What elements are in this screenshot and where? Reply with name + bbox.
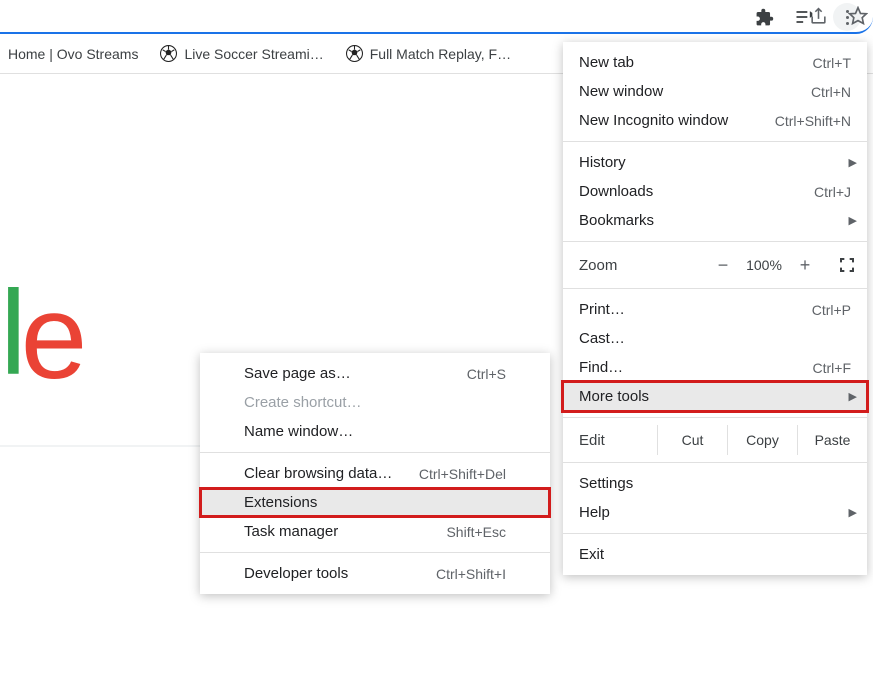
bookmark-label: Home | Ovo Streams: [8, 46, 138, 62]
shortcut: Ctrl+N: [811, 84, 851, 100]
soccer-icon: [160, 45, 177, 62]
edit-copy-button[interactable]: Copy: [727, 425, 797, 455]
menu-print[interactable]: Print… Ctrl+P: [563, 295, 867, 324]
bookmark-item[interactable]: Live Soccer Streami…: [160, 45, 323, 62]
menu-label: Find…: [579, 359, 623, 376]
shortcut: Ctrl+S: [467, 366, 506, 382]
submenu-developer-tools[interactable]: Developer tools Ctrl+Shift+I: [200, 559, 550, 588]
menu-label: Downloads: [579, 183, 653, 200]
submenu-task-manager[interactable]: Task manager Shift+Esc: [200, 517, 550, 546]
menu-label: New window: [579, 83, 663, 100]
menu-edit-row: Edit Cut Copy Paste: [563, 424, 867, 456]
submenu-save-page[interactable]: Save page as… Ctrl+S: [200, 359, 550, 388]
shortcut: Ctrl+P: [812, 302, 851, 318]
separator: [563, 141, 867, 142]
shortcut: Ctrl+T: [813, 55, 852, 71]
menu-label: Cast…: [579, 330, 625, 347]
more-tools-submenu: Save page as… Ctrl+S Create shortcut… Na…: [200, 353, 550, 594]
logo-letter-l: l: [0, 266, 21, 400]
logo-letter-e: e: [21, 270, 82, 404]
edit-cut-button[interactable]: Cut: [657, 425, 727, 455]
separator: [563, 288, 867, 289]
menu-label: More tools: [579, 388, 649, 405]
menu-new-window[interactable]: New window Ctrl+N: [563, 77, 867, 106]
bookmark-label: Live Soccer Streami…: [184, 46, 323, 62]
menu-new-incognito[interactable]: New Incognito window Ctrl+Shift+N: [563, 106, 867, 135]
shortcut: Ctrl+Shift+Del: [419, 466, 506, 482]
chevron-right-icon: ▶: [849, 214, 857, 227]
menu-downloads[interactable]: Downloads Ctrl+J: [563, 177, 867, 206]
menu-zoom: Zoom − 100% +: [563, 248, 867, 282]
separator: [563, 533, 867, 534]
submenu-extensions[interactable]: Extensions: [200, 488, 550, 517]
separator: [563, 417, 867, 418]
menu-cast[interactable]: Cast…: [563, 324, 867, 353]
shortcut: Ctrl+Shift+I: [436, 566, 506, 582]
chevron-right-icon: ▶: [849, 156, 857, 169]
menu-label: Developer tools: [244, 565, 348, 582]
menu-new-tab[interactable]: New tab Ctrl+T: [563, 48, 867, 77]
menu-find[interactable]: Find… Ctrl+F: [563, 353, 867, 382]
share-icon[interactable]: [807, 5, 829, 27]
menu-label: New tab: [579, 54, 634, 71]
fullscreen-icon[interactable]: [839, 257, 855, 273]
shortcut: Ctrl+J: [814, 184, 851, 200]
chevron-right-icon: ▶: [849, 390, 857, 403]
shortcut: Ctrl+F: [813, 360, 852, 376]
chevron-right-icon: ▶: [849, 506, 857, 519]
submenu-name-window[interactable]: Name window…: [200, 417, 550, 446]
zoom-value: 100%: [739, 257, 789, 273]
menu-label: Create shortcut…: [244, 394, 362, 411]
shortcut: Shift+Esc: [446, 524, 506, 540]
menu-bookmarks[interactable]: Bookmarks ▶: [563, 206, 867, 235]
menu-label: Save page as…: [244, 365, 351, 382]
menu-label: Name window…: [244, 423, 353, 440]
menu-label: Edit: [579, 432, 605, 449]
menu-label: Exit: [579, 546, 604, 563]
bookmark-label: Full Match Replay, F…: [370, 46, 511, 62]
edit-paste-button[interactable]: Paste: [797, 425, 867, 455]
menu-help[interactable]: Help ▶: [563, 498, 867, 527]
submenu-clear-data[interactable]: Clear browsing data… Ctrl+Shift+Del: [200, 459, 550, 488]
menu-label: Help: [579, 504, 610, 521]
soccer-icon: [346, 45, 363, 62]
menu-label: Bookmarks: [579, 212, 654, 229]
menu-label: Extensions: [244, 494, 317, 511]
menu-label: History: [579, 154, 626, 171]
star-icon[interactable]: [847, 5, 869, 27]
menu-label: Settings: [579, 475, 633, 492]
bookmark-item[interactable]: Full Match Replay, F…: [346, 45, 511, 62]
menu-label: New Incognito window: [579, 112, 728, 129]
shortcut: Ctrl+Shift+N: [775, 113, 851, 129]
menu-label: Task manager: [244, 523, 338, 540]
zoom-out-button[interactable]: −: [707, 255, 739, 276]
bookmark-item[interactable]: Home | Ovo Streams: [8, 46, 138, 62]
address-bar: [0, 0, 873, 34]
menu-label: Print…: [579, 301, 625, 318]
submenu-create-shortcut: Create shortcut…: [200, 388, 550, 417]
menu-settings[interactable]: Settings: [563, 469, 867, 498]
google-logo-fragment: le: [0, 268, 81, 406]
main-menu: New tab Ctrl+T New window Ctrl+N New Inc…: [563, 42, 867, 575]
menu-label: Clear browsing data…: [244, 465, 392, 482]
menu-more-tools[interactable]: More tools ▶: [563, 382, 867, 411]
separator: [200, 452, 550, 453]
menu-history[interactable]: History ▶: [563, 148, 867, 177]
separator: [563, 241, 867, 242]
zoom-in-button[interactable]: +: [789, 255, 821, 276]
menu-label: Zoom: [579, 257, 617, 274]
separator: [563, 462, 867, 463]
menu-exit[interactable]: Exit: [563, 540, 867, 569]
separator: [200, 552, 550, 553]
